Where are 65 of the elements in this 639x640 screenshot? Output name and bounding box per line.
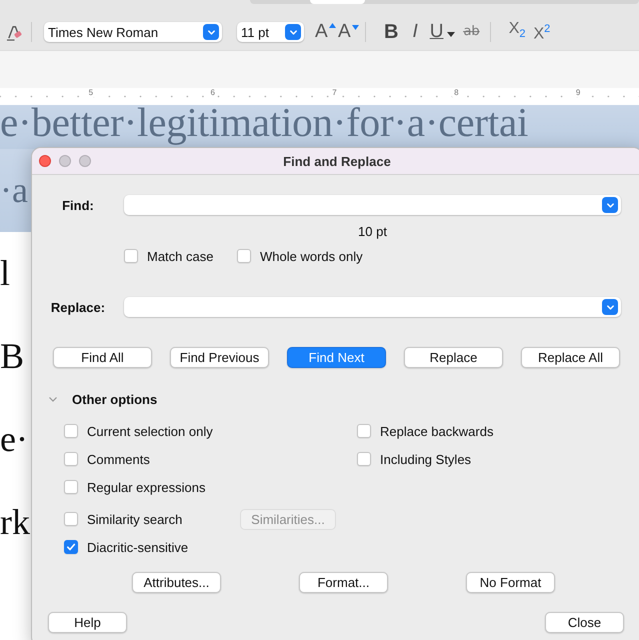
footer-button[interactable]: Help xyxy=(48,612,127,633)
replace-field[interactable] xyxy=(124,297,621,317)
checkbox[interactable] xyxy=(237,249,251,263)
checkbox-label[interactable]: Including Styles xyxy=(380,452,472,466)
action-button[interactable]: Replace xyxy=(404,347,503,368)
window-title: Find and Replace xyxy=(283,154,391,168)
ruler-number: 6 xyxy=(208,88,217,97)
caret-icon[interactable] xyxy=(447,32,456,37)
clear-formatting-icon[interactable] xyxy=(6,24,23,40)
ruler-number: 9 xyxy=(574,88,582,97)
checkbox[interactable] xyxy=(64,452,78,466)
section-heading[interactable]: Other options xyxy=(72,392,158,406)
checkbox[interactable] xyxy=(124,249,138,263)
bold-button[interactable]: B xyxy=(384,22,398,42)
checkbox-label[interactable]: Current selection only xyxy=(87,424,213,438)
checkbox[interactable] xyxy=(357,452,371,466)
checkbox-label[interactable]: Match case xyxy=(147,248,214,264)
font-name-field[interactable]: Times New Roman xyxy=(44,22,222,42)
option-button[interactable]: No Format xyxy=(466,572,555,593)
subscript-button[interactable]: X$_{2}$ xyxy=(508,19,526,45)
checkbox[interactable] xyxy=(64,512,78,526)
action-button[interactable]: Find All xyxy=(53,347,152,368)
find-field[interactable] xyxy=(124,195,621,215)
checkbox-label[interactable]: Whole words only xyxy=(260,248,363,264)
checkbox[interactable] xyxy=(64,424,78,438)
document-text: rk xyxy=(0,502,30,542)
document-text: e· xyxy=(0,419,28,459)
find-label: Find: xyxy=(61,198,95,212)
ruler-number: 7 xyxy=(330,88,339,97)
checkbox-label[interactable]: Replace backwards xyxy=(380,424,494,438)
superscript-button[interactable]: X$^{2}$ xyxy=(533,19,550,45)
triangle-up-icon xyxy=(329,23,336,28)
checkbox-label[interactable]: Diacritic-sensitive xyxy=(87,540,188,554)
document-text: ·a xyxy=(0,170,28,210)
triangle-down-icon xyxy=(352,25,359,30)
ruler-number: 8 xyxy=(452,88,461,97)
document-text: l xyxy=(0,253,10,293)
disclosure-chevron-icon[interactable] xyxy=(48,394,58,404)
checkbox[interactable] xyxy=(64,540,78,554)
ruler-number: 5 xyxy=(86,88,96,97)
zoom-window-button[interactable] xyxy=(79,155,91,167)
replace-label: Replace: xyxy=(50,300,106,314)
checkbox-label[interactable]: Similarity search xyxy=(87,512,182,526)
font-size-hint: 10 pt xyxy=(357,225,388,239)
footer-button[interactable]: Close xyxy=(545,612,624,633)
checkbox-label[interactable]: Comments xyxy=(87,452,150,466)
italic-button[interactable]: I xyxy=(412,22,418,42)
document-text: B xyxy=(0,336,24,376)
action-button[interactable]: Replace All xyxy=(521,347,620,368)
strikethrough-button[interactable]: a̶b̶ xyxy=(463,22,480,42)
option-button[interactable]: Format... xyxy=(299,572,388,593)
minimize-window-button[interactable] xyxy=(59,155,71,167)
font-size-field[interactable]: 11 pt xyxy=(237,22,304,42)
grow-font-button[interactable]: A xyxy=(315,22,332,42)
checkbox-label[interactable]: Regular expressions xyxy=(87,480,206,494)
action-button[interactable]: Find Next xyxy=(287,347,386,368)
checkmark-icon xyxy=(66,542,76,552)
checkbox[interactable] xyxy=(64,480,78,494)
option-button[interactable]: Attributes... xyxy=(132,572,221,593)
checkbox[interactable] xyxy=(357,424,371,438)
underline-button[interactable]: U xyxy=(430,22,456,42)
close-window-button[interactable] xyxy=(39,155,51,167)
action-button[interactable]: Find Previous xyxy=(170,347,269,368)
document-text: e·better·legitimation·for·a·certai xyxy=(0,105,528,145)
shrink-font-button[interactable]: A xyxy=(338,22,355,42)
